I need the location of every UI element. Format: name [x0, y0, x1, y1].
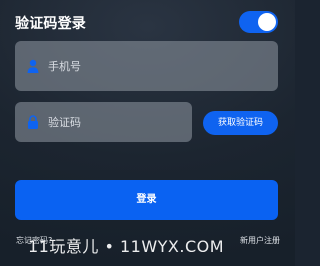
- watermark: 11玩意儿 • 11WYX.COM: [28, 237, 225, 256]
- lock-icon: [28, 115, 38, 129]
- page-title: 验证码登录: [15, 16, 86, 32]
- toggle-knob[interactable]: [258, 13, 276, 31]
- verification-code-field[interactable]: 验证码: [15, 102, 192, 142]
- code-placeholder: 验证码: [48, 116, 81, 129]
- login-button[interactable]: 登录: [15, 180, 278, 220]
- register-link[interactable]: 新用户注册: [240, 235, 280, 246]
- get-code-button[interactable]: 获取验证码: [203, 111, 278, 135]
- login-mode-toggle[interactable]: [239, 11, 278, 33]
- login-screen: 验证码登录 手机号 验证码 获取验证码 登录 忘记密码? 新用户注册 11玩意儿…: [0, 0, 295, 266]
- user-icon: [27, 59, 39, 73]
- phone-field[interactable]: 手机号: [15, 41, 278, 91]
- phone-placeholder: 手机号: [48, 60, 81, 73]
